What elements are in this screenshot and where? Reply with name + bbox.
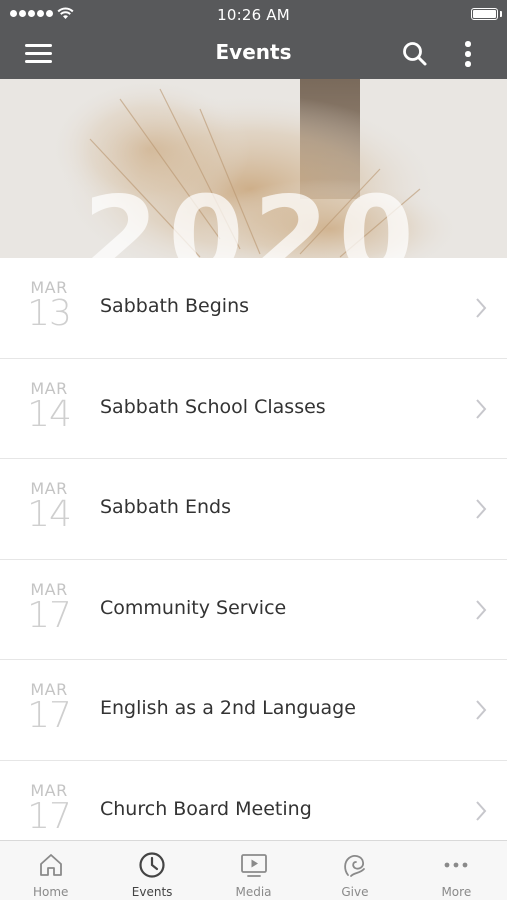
clock-icon: [139, 852, 165, 878]
give-icon: [344, 855, 365, 877]
chevron-right-icon: [476, 499, 487, 519]
event-row[interactable]: MAR 17 English as a 2nd Language: [0, 660, 507, 761]
event-day: 17: [27, 795, 72, 837]
banner-year-text: 2020: [83, 174, 424, 259]
event-row[interactable]: MAR 17 Church Board Meeting: [0, 760, 507, 840]
search-button[interactable]: [400, 39, 430, 69]
tab-label: More: [441, 885, 472, 899]
event-title: Church Board Meeting: [100, 797, 312, 820]
event-day: 17: [27, 594, 72, 636]
event-day: 14: [27, 494, 72, 535]
tab-label: Media: [235, 885, 272, 899]
banner-image: 2020: [0, 79, 507, 258]
header-bar: Events: [0, 28, 507, 79]
search-icon: [403, 42, 427, 66]
chevron-right-icon: [476, 298, 487, 318]
event-title: Sabbath School Classes: [100, 395, 326, 418]
chevron-right-icon: [476, 800, 487, 821]
battery-icon: [471, 8, 498, 20]
event-row[interactable]: MAR 14 Sabbath School Classes: [0, 358, 507, 459]
tab-more[interactable]: More: [406, 841, 507, 900]
more-vertical-icon-dot: [465, 51, 471, 57]
tab-label: Events: [131, 885, 173, 899]
chevron-right-icon: [476, 599, 487, 620]
more-vertical-icon-dot: [465, 61, 471, 67]
battery-cap: [500, 11, 502, 17]
event-title: Sabbath Begins: [100, 295, 250, 317]
event-title: Community Service: [100, 596, 287, 619]
tab-events[interactable]: Events: [101, 841, 202, 900]
tab-media[interactable]: Media: [203, 841, 304, 900]
page-title: Events: [215, 40, 292, 64]
tab-bar: Home Events Media Give More: [0, 840, 507, 900]
status-time: 10:26 AM: [217, 6, 290, 24]
event-day: 13: [27, 293, 72, 334]
chevron-right-icon: [476, 700, 487, 720]
more-horizontal-icon: [444, 862, 468, 868]
event-day: 14: [27, 393, 72, 435]
event-row[interactable]: MAR 17 Community Service: [0, 559, 507, 660]
home-icon: [39, 854, 62, 876]
events-list: MAR 13 Sabbath Begins MAR 14 Sabbath Sch…: [0, 258, 507, 840]
event-day: 17: [27, 695, 72, 736]
event-row[interactable]: MAR 13 Sabbath Begins: [0, 258, 507, 359]
more-options-button[interactable]: [456, 38, 480, 70]
tab-home[interactable]: Home: [0, 841, 101, 900]
status-bar: 10:26 AM: [0, 0, 507, 28]
play-screen-icon: [240, 854, 267, 877]
chevron-right-icon: [476, 398, 487, 419]
more-vertical-icon: [465, 41, 471, 47]
tab-give[interactable]: Give: [304, 841, 405, 900]
tab-label: Give: [341, 885, 369, 899]
event-title: Sabbath Ends: [100, 496, 232, 518]
event-title: English as a 2nd Language: [100, 697, 356, 719]
event-row[interactable]: MAR 14 Sabbath Ends: [0, 459, 507, 560]
tab-label: Home: [32, 885, 69, 899]
